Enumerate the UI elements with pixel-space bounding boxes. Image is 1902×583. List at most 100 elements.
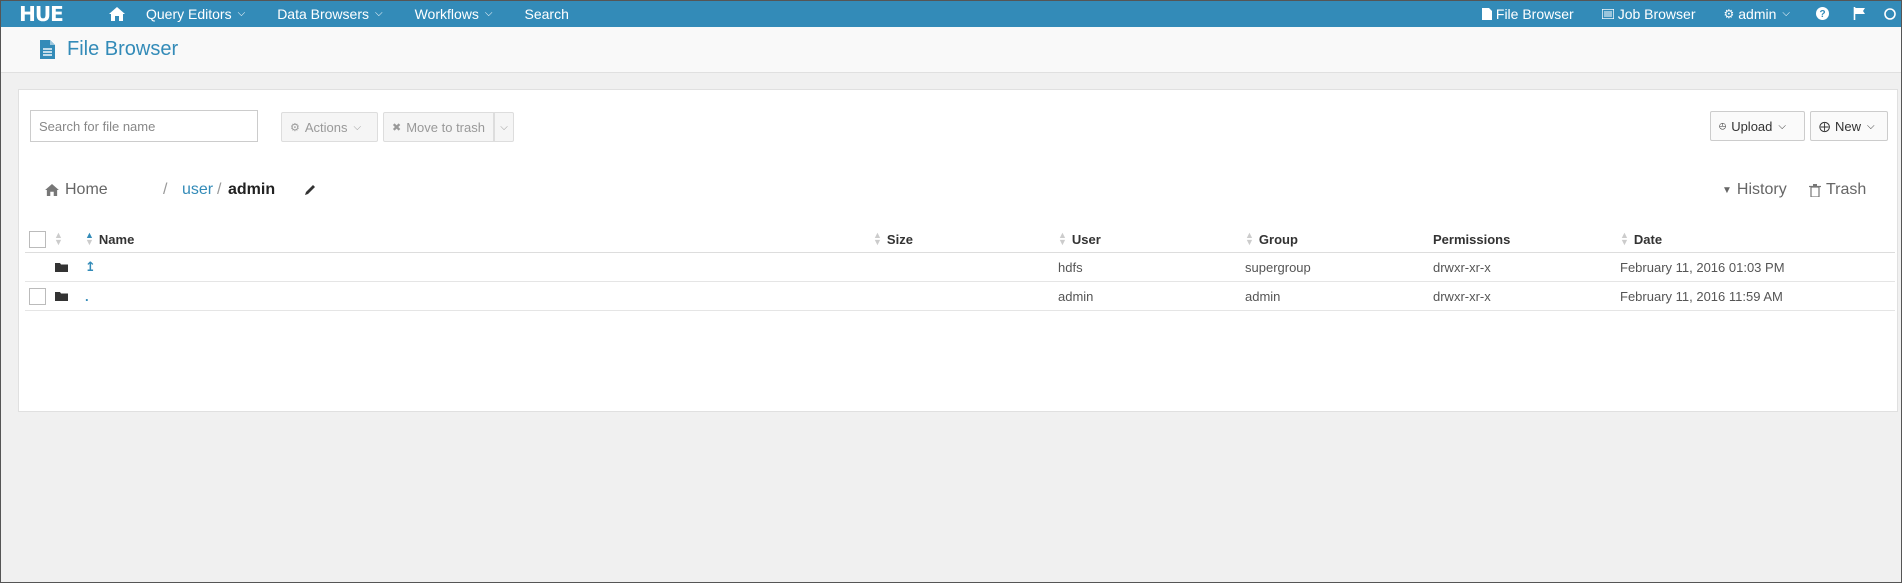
page-header: File Browser: [0, 27, 1902, 73]
sort-asc-icon: ▲ ▼: [85, 230, 94, 247]
question-icon: ?: [1816, 7, 1829, 20]
nav-query-editors-label: Query Editors: [146, 5, 232, 22]
nav-workflows[interactable]: Workflows ⌵: [399, 0, 509, 27]
row-checkbox[interactable]: [29, 287, 46, 305]
sort-icon: ▲ ▼: [873, 230, 882, 247]
folder-icon: [55, 282, 68, 310]
folder-icon: [55, 253, 68, 281]
file-table: ▲ ▼ ▲ ▼ Name ▲ ▼ Size ▲ ▼ User ▲ ▼ Group Perm…: [25, 226, 1895, 311]
cell-group: supergroup: [1245, 259, 1311, 275]
cell-user: hdfs: [1058, 259, 1083, 275]
column-size-label: Size: [886, 231, 913, 247]
column-date-label: Date: [1633, 231, 1663, 247]
document-icon: [40, 40, 55, 59]
column-name-label: Name: [98, 231, 135, 247]
page-title: File Browser: [67, 38, 179, 60]
chevron-down-icon: ⌵: [237, 8, 246, 19]
tours-button[interactable]: [1841, 0, 1878, 27]
select-all-cell: [29, 226, 46, 252]
column-header-permissions[interactable]: Permissions: [1433, 226, 1510, 252]
nav-file-browser[interactable]: File Browser: [1468, 0, 1588, 27]
nav-query-editors[interactable]: Query Editors ⌵: [130, 0, 261, 27]
sign-out-icon: [1884, 7, 1896, 20]
move-to-trash-button[interactable]: ✖ Move to trash: [383, 112, 494, 142]
nav-job-browser[interactable]: Job Browser: [1588, 0, 1710, 27]
column-header-user[interactable]: ▲ ▼ User: [1058, 226, 1101, 252]
chevron-down-icon: ⌵: [375, 8, 383, 19]
table-row[interactable]: ↥ hdfs supergroup drwxr-xr-x February 11…: [25, 253, 1895, 282]
nav-user-menu[interactable]: ⚙ admin ⌵: [1710, 0, 1805, 27]
breadcrumb: Home / user / admin: [45, 181, 445, 203]
logout-button[interactable]: [1878, 0, 1902, 27]
help-button[interactable]: ?: [1804, 0, 1841, 27]
cogs-icon: ⚙: [1723, 6, 1735, 21]
breadcrumb-separator: /: [163, 181, 168, 198]
parent-dir-link[interactable]: ↥: [85, 253, 96, 281]
type-sort[interactable]: ▲ ▼: [54, 226, 68, 252]
breadcrumb-home[interactable]: Home: [45, 181, 108, 199]
history-label: History: [1736, 181, 1787, 198]
table-row[interactable]: . admin admin drwxr-xr-x February 11, 20…: [25, 282, 1895, 311]
cell-user: admin: [1058, 288, 1094, 304]
column-header-group[interactable]: ▲ ▼ Group: [1245, 226, 1298, 252]
nav-user-label: admin: [1738, 5, 1777, 22]
row-checkbox-cell: [29, 282, 46, 310]
search-input[interactable]: [30, 110, 258, 142]
chevron-down-icon: ⌵: [1782, 8, 1790, 19]
chevron-down-icon: ⌵: [1778, 120, 1786, 132]
caret-down-icon: ▼: [1722, 184, 1732, 196]
sort-icon: ▲ ▼: [54, 230, 63, 247]
column-header-name[interactable]: ▲ ▼ Name: [85, 226, 134, 252]
new-label: New: [1835, 118, 1862, 134]
svg-text:?: ?: [1819, 9, 1825, 20]
actions-button[interactable]: ⚙ Actions ⌵: [281, 112, 378, 142]
upload-label: Upload: [1731, 118, 1773, 134]
column-header-date[interactable]: ▲ ▼ Date: [1620, 226, 1662, 252]
actions-label: Actions: [304, 119, 348, 135]
nav-data-browsers-label: Data Browsers: [277, 5, 369, 22]
new-button[interactable]: ⨁ New ⌵: [1810, 111, 1888, 141]
history-link[interactable]: ▼ History: [1722, 181, 1787, 199]
file-icon: [1481, 7, 1492, 20]
chevron-down-icon: ⌵: [484, 8, 493, 19]
current-dir-link[interactable]: .: [85, 282, 89, 310]
list-icon: [1601, 8, 1614, 19]
sort-icon: ▲ ▼: [1245, 230, 1254, 247]
plus-circle-icon: ⨁: [1819, 120, 1830, 133]
upload-button[interactable]: ⦺ Upload ⌵: [1710, 111, 1805, 141]
home-nav-button[interactable]: [104, 0, 130, 27]
column-user-label: User: [1071, 231, 1101, 247]
column-header-size[interactable]: ▲ ▼ Size: [873, 226, 913, 252]
breadcrumb-home-label: Home: [65, 181, 108, 198]
top-navbar: HUE Query Editors ⌵ Data Browsers ⌵ Work…: [0, 0, 1902, 27]
file-browser-panel: ⚙ Actions ⌵ ✖ Move to trash ⌵ ⦺ Upload ⌵…: [18, 89, 1898, 412]
nav-right-group: File Browser Job Browser ⚙ admin ⌵ ?: [1468, 0, 1902, 27]
move-to-trash-label: Move to trash: [406, 119, 485, 135]
cell-date: February 11, 2016 01:03 PM: [1620, 259, 1785, 275]
nav-workflows-label: Workflows: [414, 5, 479, 22]
flag-icon: [1853, 7, 1865, 20]
close-icon: ✖: [392, 121, 402, 134]
chevron-down-icon: ⌵: [500, 121, 508, 133]
table-header: ▲ ▼ ▲ ▼ Name ▲ ▼ Size ▲ ▼ User ▲ ▼ Group Perm…: [25, 226, 1895, 253]
breadcrumb-user[interactable]: user: [182, 181, 213, 199]
cell-date: February 11, 2016 11:59 AM: [1620, 288, 1783, 304]
gear-icon: ⚙: [290, 121, 300, 134]
sort-icon: ▲ ▼: [1058, 230, 1067, 247]
trash-link[interactable]: Trash: [1809, 181, 1866, 199]
cell-group: admin: [1245, 288, 1281, 304]
breadcrumb-current: admin: [228, 181, 276, 198]
trash-label: Trash: [1826, 181, 1867, 198]
cell-permissions: drwxr-xr-x: [1433, 288, 1491, 304]
hue-logo[interactable]: HUE: [0, 0, 82, 27]
pencil-icon[interactable]: [304, 183, 316, 201]
home-icon: [45, 184, 59, 196]
arrow-circle-up-icon: ⦺: [1719, 119, 1727, 132]
nav-job-browser-label: Job Browser: [1617, 5, 1696, 22]
move-to-trash-dropdown-button[interactable]: ⌵: [494, 112, 514, 142]
home-icon: [109, 6, 125, 21]
nav-search[interactable]: Search: [509, 0, 585, 27]
nav-file-browser-label: File Browser: [1495, 5, 1574, 22]
select-all-checkbox[interactable]: [29, 230, 46, 248]
nav-data-browsers[interactable]: Data Browsers ⌵: [261, 0, 398, 27]
